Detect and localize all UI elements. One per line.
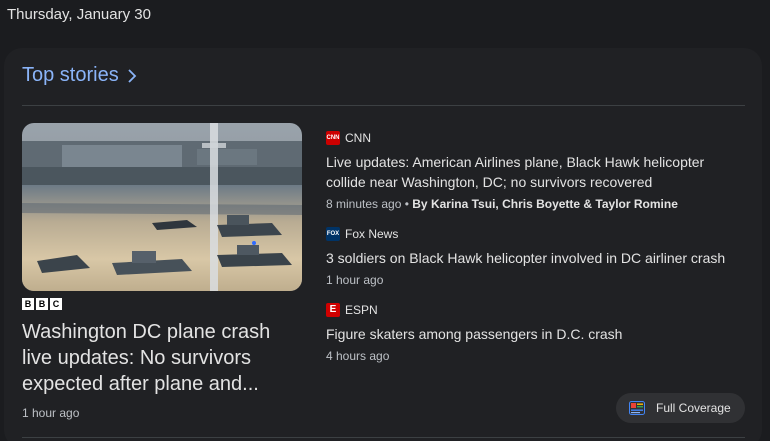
bbc-logo: B B C [22, 298, 62, 310]
crash-scene-image [22, 123, 302, 291]
full-coverage-label[interactable]: Full Coverage [656, 401, 731, 415]
top-stories-header[interactable]: Top stories [22, 64, 139, 87]
bbc-logo-letter: C [50, 298, 62, 310]
story-item[interactable]: CNN CNN Live updates: American Airlines … [326, 130, 746, 211]
fox-news-logo-icon: FOX [326, 227, 340, 241]
story-title[interactable]: 3 soldiers on Black Hawk helicopter invo… [326, 248, 746, 268]
story-source: CNN CNN [326, 130, 746, 146]
story-meta: 1 hour ago [326, 273, 746, 287]
story-meta: 8 minutes ago • By Karina Tsui, Chris Bo… [326, 197, 746, 211]
story-time: 1 hour ago [326, 273, 384, 287]
bbc-logo-letter: B [36, 298, 48, 310]
story-time: 4 hours ago [326, 349, 390, 363]
story-item[interactable]: FOX Fox News 3 soldiers on Black Hawk he… [326, 226, 746, 287]
story-source: E ESPN [326, 302, 746, 318]
full-coverage-button[interactable]: Full Coverage [616, 393, 745, 423]
footer-divider [22, 437, 745, 438]
header-divider [22, 105, 745, 106]
source-name: ESPN [345, 303, 378, 317]
source-name: Fox News [345, 227, 399, 241]
story-title[interactable]: Figure skaters among passengers in D.C. … [326, 324, 746, 344]
lead-story-time: 1 hour ago [22, 406, 80, 420]
lead-story-image[interactable] [22, 123, 302, 291]
page: Thursday, January 30 Top stories B B C W… [0, 0, 770, 441]
source-name: CNN [345, 131, 371, 145]
section-title[interactable]: Top stories [22, 64, 119, 87]
cnn-logo-icon: CNN [326, 131, 340, 145]
story-item[interactable]: E ESPN Figure skaters among passengers i… [326, 302, 746, 363]
meta-separator: • [401, 197, 413, 211]
espn-logo-icon: E [326, 303, 340, 317]
story-time: 8 minutes ago [326, 197, 402, 211]
bbc-logo-letter: B [22, 298, 34, 310]
full-coverage-icon [629, 401, 645, 415]
story-source: FOX Fox News [326, 226, 746, 242]
chevron-right-icon [128, 68, 136, 83]
story-authors: By Karina Tsui, Chris Boyette & Taylor R… [412, 197, 678, 211]
story-meta: 4 hours ago [326, 349, 746, 363]
date-label: Thursday, January 30 [7, 6, 151, 23]
lead-story-headline[interactable]: Washington DC plane crash live updates: … [22, 319, 297, 397]
story-title[interactable]: Live updates: American Airlines plane, B… [326, 152, 746, 192]
